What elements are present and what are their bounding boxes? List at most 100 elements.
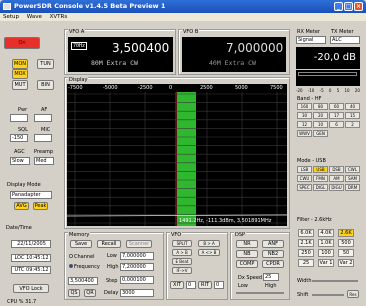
band-button-6[interactable]: 6	[329, 121, 344, 128]
band-button-10[interactable]: 10	[313, 121, 328, 128]
mox-button[interactable]: MOX	[12, 69, 28, 79]
channel-radio[interactable]: Channel	[69, 254, 95, 260]
memory-recall-button[interactable]: Recall	[97, 240, 121, 248]
rit-button[interactable]: RIT	[198, 281, 212, 289]
dsp-slider[interactable]	[236, 292, 284, 294]
band-button-30[interactable]: 30	[297, 112, 312, 119]
frequency-radio[interactable]: Frequency	[69, 264, 100, 270]
mode-button-lsb[interactable]: LSB	[297, 166, 312, 173]
mode-button-digl[interactable]: DIGL	[313, 184, 328, 191]
minimize-button[interactable]: _	[334, 2, 343, 11]
mode-button-dsb[interactable]: DSB	[329, 166, 344, 173]
peak-button[interactable]: Peak	[33, 202, 48, 210]
shift-slider[interactable]	[312, 294, 344, 296]
filter-button-2.6k[interactable]: 2.6K	[338, 229, 354, 237]
filter-button-var-2[interactable]: Var 2	[338, 259, 354, 267]
nr-button[interactable]: NR	[236, 240, 258, 248]
vfo-a-step-badge[interactable]: 70Hz	[71, 42, 88, 50]
band-button-12[interactable]: 12	[297, 121, 312, 128]
band-button-60[interactable]: 60	[329, 103, 344, 110]
scan-step-input[interactable]: 0,000100	[120, 276, 154, 284]
nb-button[interactable]: NB	[236, 250, 258, 258]
band-button-17[interactable]: 17	[329, 112, 344, 119]
scan-high-input[interactable]: 7,200000	[120, 263, 154, 271]
maximize-button[interactable]: □	[344, 2, 353, 11]
bin-button[interactable]: BIN	[37, 80, 54, 90]
agc-select[interactable]: Slow	[10, 157, 30, 165]
dx-speed-input[interactable]: 25	[263, 273, 279, 281]
band-button-20[interactable]: 20	[313, 112, 328, 119]
filter-button-250[interactable]: 250	[298, 249, 314, 257]
close-button[interactable]: ×	[354, 2, 363, 11]
pwr-spinner[interactable]	[10, 114, 28, 122]
band-button-160[interactable]: 160	[297, 103, 312, 110]
sql-spinner[interactable]: -150	[10, 134, 28, 142]
shift-reset-button[interactable]: Res	[347, 290, 359, 298]
scan-low-input[interactable]: 7,000000	[120, 252, 154, 260]
tun-button[interactable]: TUN	[37, 59, 54, 69]
display-mode-select[interactable]: Panadapter	[10, 191, 52, 199]
filter-button-100[interactable]: 100	[318, 249, 334, 257]
if-to-v-button[interactable]: IF->V	[172, 267, 192, 274]
preamp-select[interactable]: Med	[34, 157, 54, 165]
nb2-button[interactable]: NB2	[262, 250, 284, 258]
avg-button[interactable]: AVG	[14, 202, 29, 210]
comp-button[interactable]: COMP	[236, 260, 258, 268]
band-button-80[interactable]: 80	[313, 103, 328, 110]
power-button[interactable]: On	[4, 37, 40, 49]
rit-value[interactable]: 0	[214, 281, 224, 289]
cpdr-button[interactable]: CPDR	[262, 260, 284, 268]
mon-button[interactable]: MON	[12, 59, 28, 69]
vfo-a-title: VFO A	[68, 29, 86, 35]
mode-button-am[interactable]: AM	[329, 175, 344, 182]
filter-button-6.0k[interactable]: 6.0K	[298, 229, 314, 237]
af-spinner[interactable]	[34, 114, 52, 122]
mode-button-fmn[interactable]: FMN	[313, 175, 328, 182]
band-button-gen[interactable]: GEN	[313, 130, 328, 137]
band-button-40[interactable]: 40	[345, 103, 360, 110]
mode-button-cwu[interactable]: CWU	[297, 175, 312, 182]
rx-meter-select[interactable]: Signal	[296, 36, 326, 44]
mic-spinner[interactable]	[34, 134, 52, 142]
band-button-2[interactable]: 2	[345, 121, 360, 128]
mode-button-digu[interactable]: DIGU	[329, 184, 344, 191]
filter-button-1.0k[interactable]: 1.0K	[318, 239, 334, 247]
b-to-a-button[interactable]: B > A	[198, 240, 220, 247]
swap-vfo-button[interactable]: A <> B	[198, 249, 220, 256]
tx-meter-select[interactable]: ALC	[330, 36, 360, 44]
filter-button-2.1k[interactable]: 2.1K	[298, 239, 314, 247]
filter-button-50[interactable]: 50	[338, 249, 354, 257]
anf-button[interactable]: ANF	[262, 240, 284, 248]
qs-button[interactable]: QS	[68, 289, 80, 297]
xit-value[interactable]: 0	[186, 281, 196, 289]
vfo-lock-button[interactable]: VFO Lock	[13, 284, 49, 293]
menu-xvtrs[interactable]: XVTRs	[50, 14, 68, 20]
memory-save-button[interactable]: Save	[70, 240, 92, 248]
memory-frequency-input[interactable]: 3,500400	[68, 277, 98, 285]
xit-button[interactable]: XIT	[170, 281, 184, 289]
mode-button-usb[interactable]: USB	[313, 166, 328, 173]
band-button-wwv[interactable]: WWV	[297, 130, 312, 137]
mut-button[interactable]: MUT	[12, 80, 28, 90]
band-button-15[interactable]: 15	[345, 112, 360, 119]
mode-button-sam[interactable]: SAM	[345, 175, 360, 182]
vfo-b-display[interactable]: 7,000000 40M Extra CW	[182, 37, 286, 72]
scan-delay-input[interactable]: 3000	[120, 289, 154, 297]
panadapter[interactable]: -7500 -5000 -2500 0 2500 5000 7500 1491.2Hz, -…	[67, 84, 287, 226]
mode-button-drm[interactable]: DRM	[345, 184, 360, 191]
width-slider[interactable]	[312, 280, 358, 282]
mode-button-spec[interactable]: SPEC	[297, 184, 312, 191]
qr-button[interactable]: QR	[84, 289, 96, 297]
mode-button-cwl[interactable]: CWL	[345, 166, 360, 173]
e-beat-button[interactable]: E Beat	[172, 258, 192, 265]
filter-button-var-1[interactable]: Var 1	[318, 259, 334, 267]
a-to-b-button[interactable]: A > B	[172, 249, 192, 256]
scanner-button[interactable]: Scanner	[126, 240, 152, 248]
filter-button-500[interactable]: 500	[338, 239, 354, 247]
split-button[interactable]: SPLIT	[172, 240, 192, 247]
vfo-a-display[interactable]: 70Hz 3,500400 80M Extra CW	[68, 37, 173, 72]
menu-wave[interactable]: Wave	[27, 14, 42, 20]
filter-button-25[interactable]: 25	[298, 259, 314, 267]
menu-setup[interactable]: Setup	[3, 14, 19, 20]
filter-button-4.0k[interactable]: 4.0K	[318, 229, 334, 237]
